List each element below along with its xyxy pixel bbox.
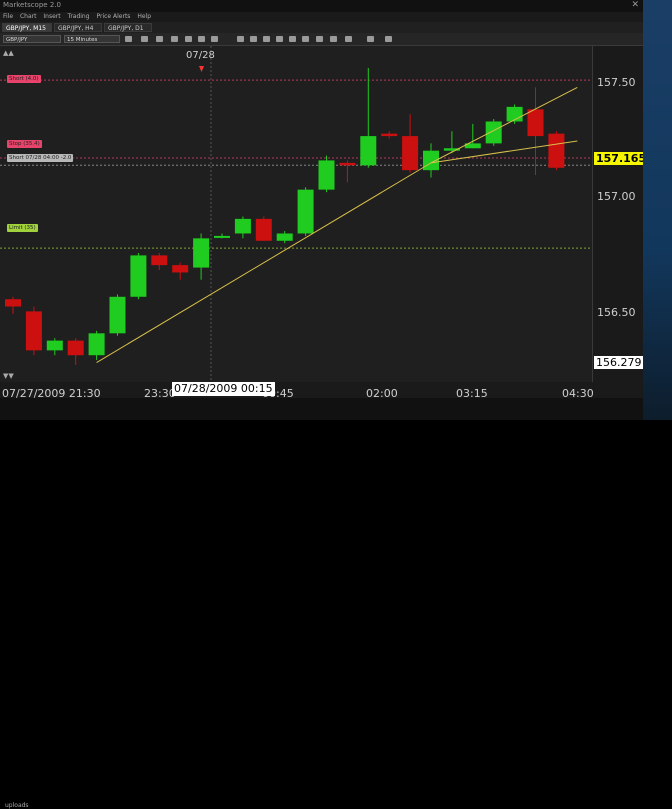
status-text: uploads <box>5 802 29 809</box>
scroll-up-icon: ▲▲ <box>3 49 14 57</box>
candle-up <box>214 235 230 238</box>
x-tick-label: 04:30 <box>562 387 594 400</box>
candle-down <box>381 133 398 137</box>
x-tick-label: 23:30 <box>144 387 176 400</box>
stop-order-label[interactable]: Stop (35.4) <box>7 140 42 148</box>
candle-up <box>130 255 147 297</box>
candle-down <box>151 255 168 266</box>
short-order-label[interactable]: Short (4.0) <box>7 75 41 83</box>
candle-down <box>25 311 42 351</box>
candle-up <box>109 296 126 334</box>
cursor-time-label: 07/28/2009 00:15 <box>172 382 275 396</box>
candle-down <box>548 133 565 168</box>
candle-down <box>172 265 189 273</box>
candle-up <box>46 340 63 351</box>
cursor-marker-icon <box>199 66 204 72</box>
candle-up <box>276 233 293 241</box>
trendline <box>96 162 432 363</box>
candle-down <box>67 340 84 356</box>
candlestick-chart: ▲▲ ▼▼ <box>0 46 592 382</box>
x-tick-label: 03:15 <box>456 387 488 400</box>
candle-down <box>339 162 356 166</box>
y-tick-label: 157.50 <box>597 76 636 89</box>
candle-down <box>527 109 544 137</box>
candle-up <box>297 189 314 234</box>
candle-up <box>88 333 105 356</box>
current-price-label: 157.165 <box>594 152 649 165</box>
candle-up <box>234 218 251 234</box>
candle-down <box>402 136 419 171</box>
y-tick-label: 157.00 <box>597 190 636 203</box>
x-tick-label: 07/27/2009 21:30 <box>2 387 101 400</box>
cursor-date-label: 07/28 <box>186 50 215 61</box>
desktop-background <box>643 0 672 420</box>
candle-down <box>255 218 272 241</box>
scroll-down-icon: ▼▼ <box>3 372 14 380</box>
y-tick-label: 156.50 <box>597 306 636 319</box>
candle-up <box>318 160 335 190</box>
x-tick-label: 02:00 <box>366 387 398 400</box>
candle-down <box>5 299 21 307</box>
limit-order-label[interactable]: Limit (35) <box>7 224 38 232</box>
candle-up <box>485 121 502 144</box>
low-price-label: 156.279 <box>594 356 644 369</box>
position-label[interactable]: Short 07/28 04:00 -2.0 <box>7 154 74 162</box>
candle-up <box>360 136 377 166</box>
candle-up <box>193 238 210 268</box>
